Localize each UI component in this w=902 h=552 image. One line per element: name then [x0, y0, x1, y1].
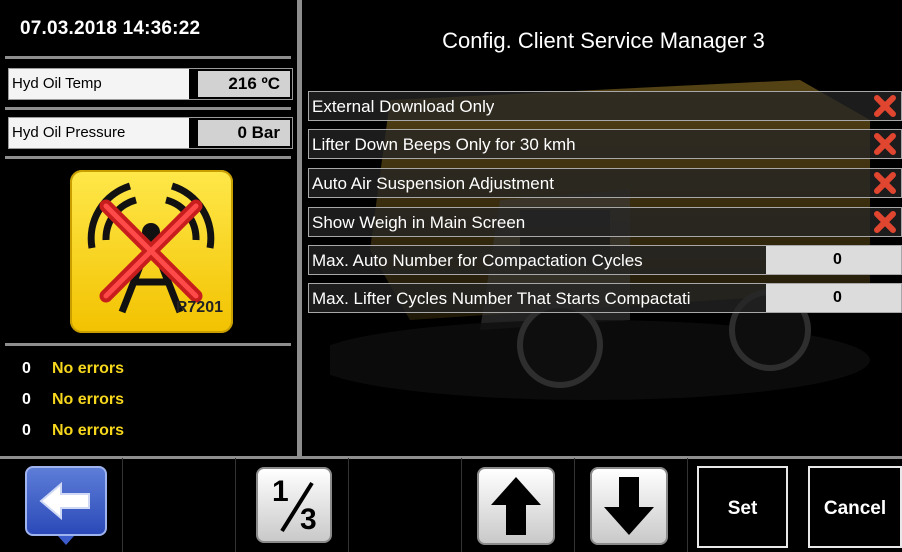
divider	[5, 107, 291, 110]
setting-label: External Download Only	[312, 97, 495, 116]
error-text: No errors	[52, 422, 125, 439]
hyd-oil-pressure-readout: Hyd Oil Pressure 0 Bar	[8, 117, 293, 149]
toolbar-separator	[235, 458, 236, 552]
toggle-off-x-icon[interactable]	[873, 132, 897, 156]
toolbar-separator	[461, 458, 462, 552]
toolbar-separator	[687, 458, 688, 552]
hyd-oil-temp-readout: Hyd Oil Temp 216 ºC	[8, 68, 293, 100]
error-count: 0	[22, 391, 31, 408]
sensor-label: Hyd Oil Pressure	[9, 118, 189, 148]
setting-max-auto-compactation[interactable]: Max. Auto Number for Compactation Cycles…	[308, 245, 902, 275]
page-indicator-button[interactable]: 1 3	[256, 467, 332, 543]
error-row: 0 No errors	[22, 419, 124, 443]
number-field[interactable]: 0	[766, 246, 901, 274]
page-title: Config. Client Service Manager 3	[442, 28, 765, 53]
toolbar-separator	[122, 458, 123, 552]
panel-divider	[297, 0, 302, 458]
error-count: 0	[22, 422, 31, 439]
toolbar-separator	[348, 458, 349, 552]
sensor-value: 216 ºC	[198, 71, 290, 97]
toggle-off-x-icon[interactable]	[873, 171, 897, 195]
status-code: R7201	[175, 299, 223, 316]
scroll-up-button[interactable]	[477, 467, 555, 545]
setting-show-weigh[interactable]: Show Weigh in Main Screen	[308, 207, 902, 237]
setting-label: Auto Air Suspension Adjustment	[312, 174, 554, 193]
setting-label: Max. Auto Number for Compactation Cycles	[312, 251, 643, 270]
setting-external-download-only[interactable]: External Download Only	[308, 91, 902, 121]
number-field[interactable]: 0	[766, 284, 901, 312]
caret-down-icon	[58, 536, 74, 545]
toggle-off-x-icon[interactable]	[873, 94, 897, 118]
setting-label: Max. Lifter Cycles Number That Starts Co…	[312, 289, 691, 308]
toolbar-divider	[0, 456, 902, 459]
arrow-down-icon	[604, 477, 654, 535]
arrow-up-icon	[491, 477, 541, 535]
setting-auto-air-suspension[interactable]: Auto Air Suspension Adjustment	[308, 168, 902, 198]
sensor-label: Hyd Oil Temp	[9, 69, 189, 99]
scroll-down-button[interactable]	[590, 467, 668, 545]
divider	[5, 343, 291, 346]
divider	[5, 156, 291, 159]
cancel-button[interactable]: Cancel	[808, 466, 902, 548]
sensor-value: 0 Bar	[198, 120, 290, 146]
error-row: 0 No errors	[22, 357, 124, 381]
error-row: 0 No errors	[22, 388, 124, 412]
error-text: No errors	[52, 360, 125, 377]
setting-max-lifter-cycles[interactable]: Max. Lifter Cycles Number That Starts Co…	[308, 283, 902, 313]
datetime-display: 07.03.2018 14:36:22	[20, 18, 201, 39]
no-signal-antenna-icon[interactable]: R7201	[70, 170, 233, 333]
toggle-off-x-icon[interactable]	[873, 210, 897, 234]
error-count: 0	[22, 360, 31, 377]
arrow-left-icon	[39, 481, 90, 521]
error-text: No errors	[52, 391, 125, 408]
back-button[interactable]	[25, 466, 107, 536]
setting-label: Show Weigh in Main Screen	[312, 213, 526, 232]
divider	[5, 56, 291, 59]
page-total: 3	[300, 503, 317, 536]
setting-label: Lifter Down Beeps Only for 30 kmh	[312, 135, 576, 154]
toolbar-separator	[574, 458, 575, 552]
set-button[interactable]: Set	[697, 466, 788, 548]
setting-lifter-down-beeps[interactable]: Lifter Down Beeps Only for 30 kmh	[308, 129, 902, 159]
